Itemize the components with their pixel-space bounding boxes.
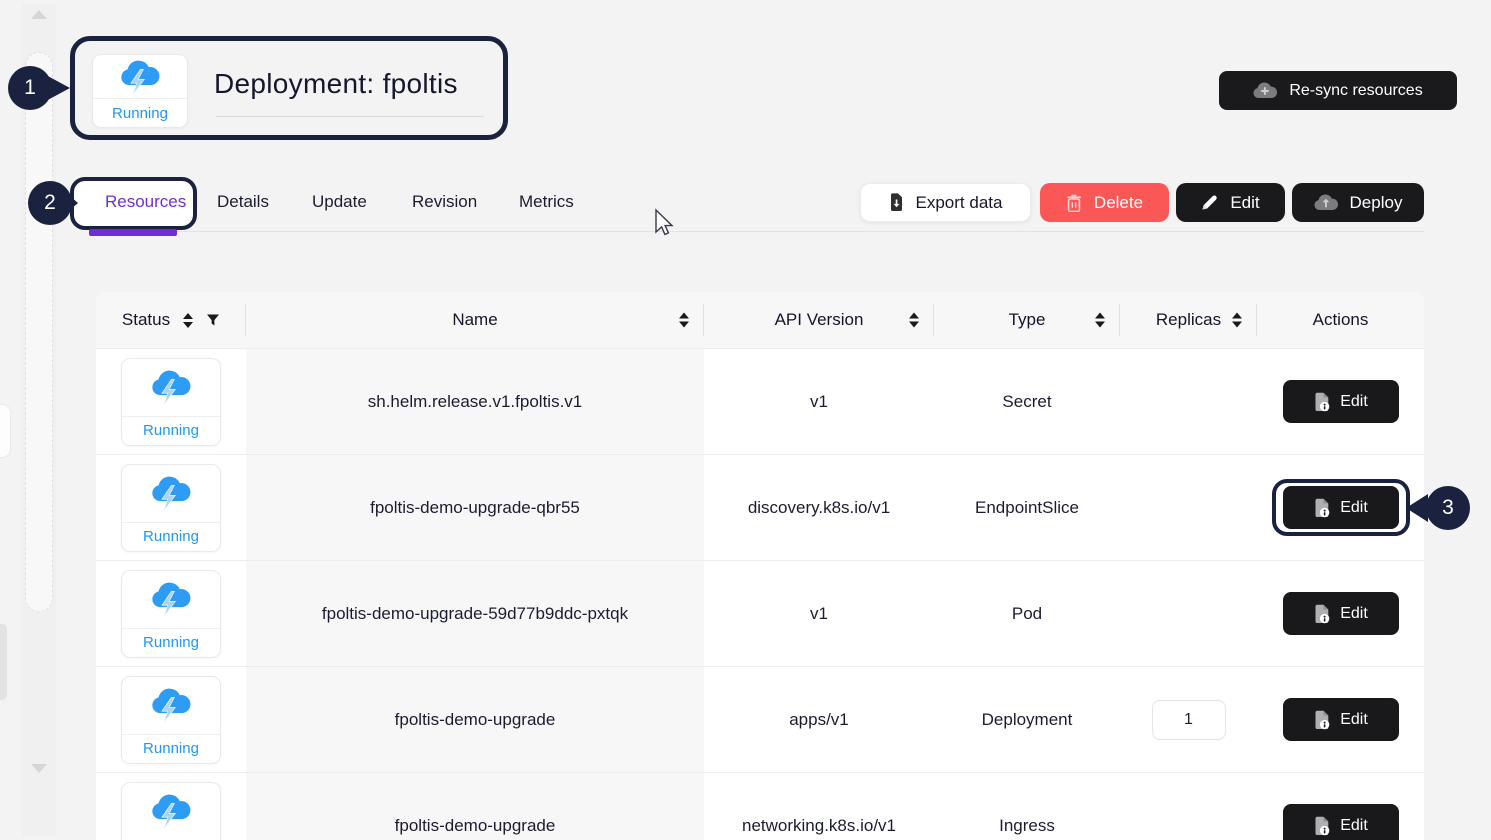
resync-label: Re-sync resources — [1289, 82, 1422, 100]
mouse-cursor — [652, 208, 674, 243]
file-info-icon — [1313, 816, 1330, 836]
file-download-icon — [889, 193, 904, 212]
cloud-lightning-icon — [122, 359, 220, 416]
status-badge: Running — [121, 570, 221, 658]
sort-type-icon[interactable] — [1095, 313, 1105, 328]
table-row: Running fpoltis-demo-upgrade networking.… — [96, 772, 1424, 840]
export-label: Export data — [916, 193, 1003, 213]
table-row: Running fpoltis-demo-upgrade-59d77b9ddc-… — [96, 560, 1424, 666]
annotation-box-3 — [1272, 479, 1410, 536]
annotation-pointer-3 — [1406, 494, 1428, 522]
sort-name-icon[interactable] — [679, 313, 689, 328]
column-header-status: Status — [96, 292, 246, 348]
resource-api-version: v1 — [704, 561, 934, 666]
resource-type: Secret — [934, 349, 1120, 454]
resource-api-version: networking.k8s.io/v1 — [704, 773, 934, 840]
side-panel-handle[interactable] — [0, 624, 7, 700]
resource-type: Pod — [934, 561, 1120, 666]
resource-api-version: discovery.k8s.io/v1 — [704, 455, 934, 560]
column-header-type: Type — [934, 292, 1120, 348]
cloud-lightning-icon — [122, 783, 220, 840]
deploy-button[interactable]: Deploy — [1292, 183, 1424, 222]
column-header-name: Name — [246, 292, 704, 348]
scroll-down-icon[interactable] — [31, 764, 47, 773]
resource-name: sh.helm.release.v1.fpoltis.v1 — [246, 349, 704, 454]
cloud-plus-icon — [1253, 82, 1277, 99]
delete-button[interactable]: Delete — [1040, 183, 1169, 222]
trash-icon — [1066, 194, 1082, 212]
edit-label: Edit — [1230, 193, 1259, 213]
status-badge: Running — [121, 676, 221, 764]
annotation-box-1 — [70, 36, 508, 140]
file-info-icon — [1313, 392, 1330, 412]
tab-update[interactable]: Update — [312, 192, 367, 212]
column-header-actions: Actions — [1257, 292, 1424, 348]
resource-name: fpoltis-demo-upgrade-qbr55 — [246, 455, 704, 560]
active-tab-underline — [89, 229, 177, 236]
resource-api-version: v1 — [704, 349, 934, 454]
annotation-marker-3: 3 — [1426, 486, 1470, 530]
row-edit-button[interactable]: Edit — [1283, 698, 1399, 741]
tab-revision[interactable]: Revision — [412, 192, 477, 212]
status-badge: Running — [121, 782, 221, 840]
table-row: Running sh.helm.release.v1.fpoltis.v1 v1… — [96, 348, 1424, 454]
row-edit-button[interactable]: Edit — [1283, 380, 1399, 423]
status-badge: Running — [121, 358, 221, 446]
left-scrollbar-thumb[interactable] — [25, 52, 53, 612]
annotation-pointer-1 — [44, 74, 70, 102]
tab-metrics[interactable]: Metrics — [519, 192, 574, 212]
resource-api-version: apps/v1 — [704, 667, 934, 772]
sort-status-icon[interactable] — [183, 313, 193, 328]
tab-details[interactable]: Details — [217, 192, 269, 212]
resource-name: fpoltis-demo-upgrade-59d77b9ddc-pxtqk — [246, 561, 704, 666]
status-badge: Running — [121, 464, 221, 552]
table-header-row: Status Name API Version Type Replicas — [96, 292, 1424, 348]
resource-type: EndpointSlice — [934, 455, 1120, 560]
resource-type: Deployment — [934, 667, 1120, 772]
resource-replicas — [1120, 561, 1257, 666]
resource-type: Ingress — [934, 773, 1120, 840]
resource-replicas — [1120, 349, 1257, 454]
cloud-lightning-icon — [122, 677, 220, 734]
scroll-up-icon[interactable] — [31, 10, 47, 19]
resource-replicas — [1120, 773, 1257, 840]
app-window: Running Deployment: fpoltis 1 Re-sync re… — [0, 0, 1491, 840]
file-info-icon — [1313, 604, 1330, 624]
cloud-lightning-icon — [122, 465, 220, 522]
resync-resources-button[interactable]: Re-sync resources — [1219, 71, 1457, 110]
pen-icon — [1201, 194, 1218, 211]
collapsed-side-panel-tab[interactable] — [0, 404, 11, 458]
table-row: Running fpoltis-demo-upgrade apps/v1 Dep… — [96, 666, 1424, 772]
delete-label: Delete — [1094, 193, 1143, 213]
row-edit-button[interactable]: Edit — [1283, 804, 1399, 840]
resource-replicas — [1120, 455, 1257, 560]
tab-resources[interactable]: Resources — [105, 192, 186, 212]
column-header-api-version: API Version — [704, 292, 934, 348]
export-data-button[interactable]: Export data — [860, 183, 1031, 222]
sort-replicas-icon[interactable] — [1232, 313, 1242, 328]
cloud-upload-icon — [1314, 194, 1338, 211]
file-info-icon — [1313, 710, 1330, 730]
tabbar-divider — [96, 231, 1424, 232]
replicas-input[interactable] — [1152, 700, 1226, 740]
resource-name: fpoltis-demo-upgrade — [246, 667, 704, 772]
cloud-lightning-icon — [122, 571, 220, 628]
sort-api-version-icon[interactable] — [909, 313, 919, 328]
table-row: Running fpoltis-demo-upgrade-qbr55 disco… — [96, 454, 1424, 560]
deploy-label: Deploy — [1350, 193, 1403, 213]
column-header-replicas: Replicas — [1120, 292, 1257, 348]
resources-table: Status Name API Version Type Replicas — [96, 292, 1424, 840]
edit-button[interactable]: Edit — [1176, 183, 1285, 222]
resource-name: fpoltis-demo-upgrade — [246, 773, 704, 840]
row-edit-button[interactable]: Edit — [1283, 592, 1399, 635]
filter-icon[interactable] — [206, 313, 220, 327]
annotation-pointer-2 — [62, 189, 78, 217]
